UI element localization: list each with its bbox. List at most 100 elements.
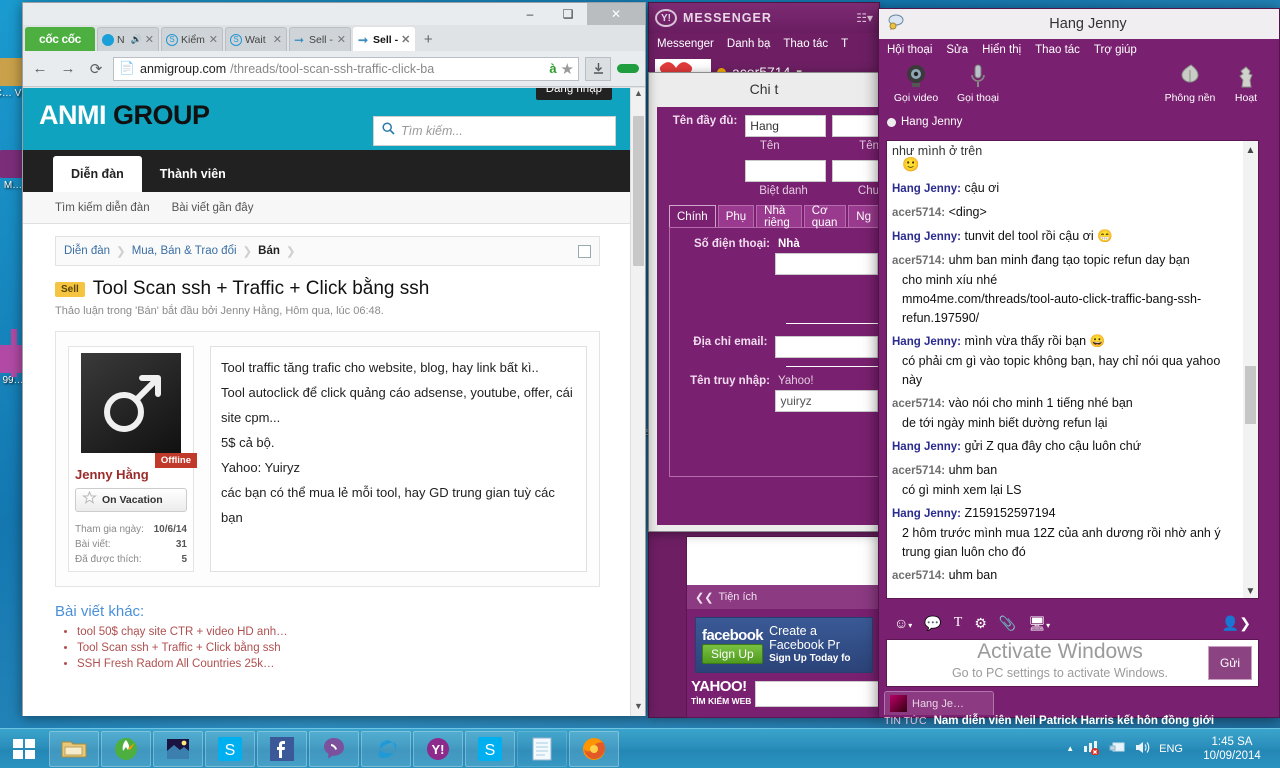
avatar[interactable] (81, 353, 181, 453)
breadcrumb-item-2[interactable]: Bán (258, 245, 286, 257)
panel-phone-input[interactable] (775, 253, 878, 275)
chat-toolbar[interactable]: Gọi video Gọi thoại Phông nền Hoạt (879, 61, 1279, 113)
panel-email-input[interactable] (775, 336, 878, 358)
chat-scrollbar[interactable]: ▲ ▼ (1243, 141, 1258, 598)
scroll-up-icon[interactable]: ▲ (1243, 141, 1258, 157)
minimize-button[interactable]: – (511, 3, 549, 25)
breadcrumb[interactable]: Diễn đàn ❯ Mua, Bán & Trao đổi ❯ Bán ❯ (55, 236, 600, 266)
address-bar[interactable]: 📄 anmigroup.com/threads/tool-scan-ssh-tr… (113, 56, 579, 81)
text-format-icon[interactable]: T (954, 615, 963, 631)
browser-tab-3[interactable]: S Wait ✕ (225, 27, 287, 51)
yahoo-messenger-menubar[interactable]: Messenger Danh bạ Thao tác T (649, 33, 879, 55)
taskbar[interactable]: S Y! S ▲ ENG 1:45 SA 10/09/2014 (0, 728, 1280, 768)
browser-tabstrip[interactable]: cốc cốc N 🔊 ✕ S Kiểm ✕ S Wait ✕ ➞ Sell -… (23, 25, 645, 51)
widget-utility-header[interactable]: ❮❮ Tiện ích (687, 585, 881, 609)
nav-tab-thanh-vien[interactable]: Thành viên (142, 156, 244, 192)
mute-icon[interactable]: 🔊 (131, 34, 142, 45)
field-lastname-input[interactable] (831, 115, 879, 137)
menu-view[interactable]: Hiển thị (982, 44, 1021, 56)
emoticon-icon[interactable]: ☺▾ (894, 615, 912, 631)
yahoo-search-input[interactable] (755, 681, 879, 707)
field-company-input[interactable] (831, 160, 879, 182)
bookmark-star-icon[interactable]: ★ (561, 60, 574, 78)
yahoo-search-widget[interactable]: YAHOO! TÌM KIẾM WEB (691, 679, 879, 709)
attachment-icon[interactable]: 📎 (999, 615, 1016, 632)
download-icon[interactable] (585, 56, 611, 81)
back-button[interactable]: ← (29, 58, 51, 80)
background-button[interactable]: Phông nền (1159, 63, 1221, 104)
file-explorer-icon[interactable] (49, 730, 99, 767)
coccoc-logo[interactable]: cốc cốc (25, 27, 95, 51)
post-author-name[interactable]: Jenny Hằng (75, 467, 187, 482)
browser-tab-4[interactable]: ➞ Sell - ✕ (289, 27, 351, 51)
add-contact-icon[interactable]: 👤❯ (1222, 615, 1251, 632)
maximize-button[interactable]: ❑ (549, 3, 587, 25)
close-button[interactable]: ✕ (587, 3, 645, 25)
grid-view-icon[interactable] (578, 244, 591, 258)
close-icon[interactable]: ✕ (337, 33, 346, 46)
menu-edit[interactable]: Sửa (946, 44, 968, 56)
chat-menubar[interactable]: Hội thoại Sửa Hiển thị Thao tác Trợ giúp (879, 39, 1279, 61)
chat-message-log[interactable]: như mình ở trên 🙂 Hang Jenny: cậu ơi ace… (886, 140, 1259, 599)
site-nav[interactable]: Diễn đàn Thành viên (23, 150, 630, 192)
send-button[interactable]: Gửi (1208, 646, 1252, 680)
contact-details-dialog[interactable]: Chi t Tên đầy đủ: Hang Tên Tên Biệt danh… (648, 72, 891, 532)
browser-tab-2[interactable]: S Kiểm ✕ (161, 27, 223, 51)
tab-phu[interactable]: Phụ (717, 205, 755, 227)
other-post-link[interactable]: SSH Fresh Radom All Countries 25k… (77, 658, 275, 670)
other-post-link[interactable]: tool 50$ chạy site CTR + video HD anh… (77, 626, 288, 638)
menu-help[interactable]: Trợ giúp (1094, 44, 1137, 56)
activity-button[interactable]: Hoạt (1215, 63, 1277, 104)
media-icon[interactable] (153, 730, 203, 767)
tab-nha-rieng[interactable]: Nhà riêng (756, 205, 802, 229)
facebook-icon[interactable] (257, 730, 307, 767)
list-item[interactable]: SSH Fresh Radom All Countries 25k… (77, 656, 630, 672)
extension-icon[interactable] (617, 64, 639, 73)
viber-icon[interactable] (309, 730, 359, 767)
scroll-up-icon[interactable]: ▲ (631, 88, 645, 103)
browser-tab-5[interactable]: ➞ Sell - ✕ (353, 27, 416, 51)
field-nickname-input[interactable] (745, 160, 826, 182)
chat-input[interactable]: Gửi (886, 639, 1259, 687)
list-item[interactable]: Tool Scan ssh + Traffic + Click bằng ssh (77, 640, 630, 656)
close-icon[interactable]: ✕ (145, 33, 154, 46)
video-call-button[interactable]: Gọi video (885, 63, 947, 104)
vietnamese-input-icon[interactable]: à (549, 61, 556, 76)
search-input[interactable]: Tìm kiếm... (373, 116, 616, 146)
news-headline[interactable]: Nam diễn viên Neil Patrick Harris kết hô… (934, 715, 1214, 727)
chat-window[interactable]: Hang Jenny Hội thoại Sửa Hiển thị Thao t… (878, 8, 1280, 727)
scroll-down-icon[interactable]: ▼ (631, 701, 645, 716)
login-button[interactable]: Đăng nhập (535, 88, 612, 100)
other-post-link[interactable]: Tool Scan ssh + Traffic + Click bằng ssh (77, 642, 281, 654)
internet-explorer-icon[interactable] (361, 730, 411, 767)
site-subnav[interactable]: Tìm kiếm diễn đàn Bài viết gần đây (23, 192, 630, 224)
scrollbar-thumb[interactable] (633, 116, 644, 266)
panel-username-input[interactable]: yuiryz (775, 390, 878, 412)
forward-button[interactable]: → (57, 58, 79, 80)
system-tray[interactable]: ▲ ENG 1:45 SA 10/09/2014 (1066, 735, 1280, 763)
close-icon[interactable]: ✕ (401, 33, 410, 46)
page-scrollbar[interactable]: ▲ ▼ (630, 88, 645, 716)
tab-chinh[interactable]: Chính (669, 205, 716, 227)
menu-actions[interactable]: Thao tác (783, 38, 828, 50)
browser-window[interactable]: – ❑ ✕ cốc cốc N 🔊 ✕ S Kiểm ✕ S Wait ✕ ➞ … (22, 2, 646, 716)
browser-navbar[interactable]: ← → ⟳ 📄 anmigroup.com/threads/tool-scan-… (23, 51, 645, 87)
new-tab-button[interactable]: + (415, 27, 441, 51)
menu-messenger[interactable]: Messenger (657, 38, 714, 50)
subnav-recent-posts[interactable]: Bài viết gần đây (172, 202, 254, 214)
notepad-icon[interactable] (517, 730, 567, 767)
monitor-icon[interactable] (1109, 740, 1125, 758)
contact-details-tabs[interactable]: Chính Phụ Nhà riêng Cơ quan Ng (669, 205, 879, 229)
firefox-icon[interactable] (569, 730, 619, 767)
close-icon[interactable]: ✕ (273, 33, 282, 46)
clock[interactable]: 1:45 SA 10/09/2014 (1192, 735, 1272, 763)
buzz-icon[interactable]: 💬 (924, 615, 941, 632)
browser-tab-1[interactable]: N 🔊 ✕ (97, 27, 159, 51)
menu-contacts[interactable]: Danh bạ (727, 38, 770, 50)
menu-actions[interactable]: Thao tác (1035, 44, 1080, 56)
reload-button[interactable]: ⟳ (85, 58, 107, 80)
menu-conversation[interactable]: Hội thoại (887, 44, 932, 56)
breadcrumb-item-1[interactable]: Mua, Bán & Trao đổi (132, 245, 243, 257)
facebook-signup-button[interactable]: Sign Up (702, 643, 764, 664)
chevron-up-icon[interactable]: ▲ (1066, 744, 1074, 753)
